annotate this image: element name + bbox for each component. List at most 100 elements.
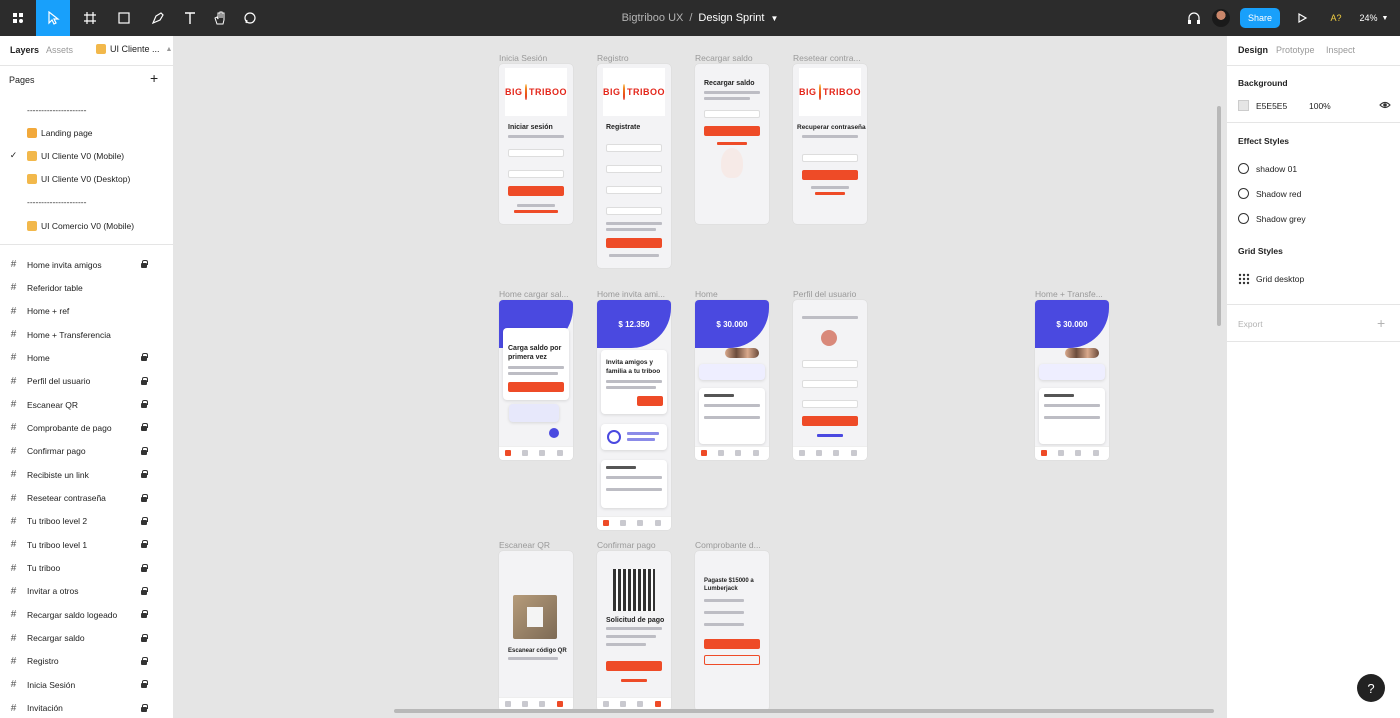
lock-icon[interactable] (141, 540, 148, 549)
lock-icon[interactable] (141, 423, 148, 432)
layer-item[interactable]: # Home invita amigos (0, 253, 173, 276)
layer-item[interactable]: # Tu triboo level 1 (0, 533, 173, 556)
frame-confirmar-pago[interactable]: Solicitud de pago (597, 551, 671, 711)
lock-icon[interactable] (141, 703, 148, 712)
layer-item[interactable]: # Confirmar pago (0, 440, 173, 463)
effect-style-item[interactable]: Shadow red (1238, 188, 1301, 199)
layer-item[interactable]: # Tu triboo level 2 (0, 510, 173, 533)
lock-icon[interactable] (141, 493, 148, 502)
page-item-ui-cliente-mobile[interactable]: ✓ UI Cliente V0 (Mobile) (0, 144, 173, 167)
lock-icon[interactable] (141, 563, 148, 572)
lock-icon[interactable] (141, 516, 148, 525)
design-canvas[interactable]: Inicia Sesión BIG TRIBOO Iniciar sesión R… (174, 36, 1226, 718)
move-tool-button[interactable] (36, 0, 70, 36)
accessibility-button[interactable]: A? (1324, 0, 1348, 36)
layer-item[interactable]: # Perfil del usuario (0, 370, 173, 393)
pen-tool-button[interactable] (142, 0, 174, 36)
present-button[interactable] (1292, 0, 1312, 36)
zoom-control[interactable]: 24% ▼ (1354, 0, 1394, 36)
layer-item[interactable]: # Home (0, 346, 173, 369)
page-item-ui-comercio-mobile[interactable]: UI Comercio V0 (Mobile) (0, 214, 173, 237)
tab-assets[interactable]: Assets (46, 45, 73, 55)
lock-icon[interactable] (141, 376, 148, 385)
frame-home-transferencia[interactable]: $ 30.000 (1035, 300, 1109, 460)
frame-registro[interactable]: BIG TRIBOO Registrate (597, 64, 671, 268)
frame-perfil-usuario[interactable] (793, 300, 867, 460)
tab-layers[interactable]: Layers (10, 45, 39, 55)
frame-label[interactable]: Comprobante d... (695, 540, 769, 550)
lock-icon[interactable] (141, 656, 148, 665)
page-item-ui-cliente-desktop[interactable]: UI Cliente V0 (Desktop) (0, 167, 173, 190)
main-menu-button[interactable] (0, 0, 36, 36)
frame-label[interactable]: Resetear contra... (793, 53, 867, 63)
frame-resetear-contrasena[interactable]: BIG TRIBOO Recuperar contraseña (793, 64, 867, 224)
hand-tool-button[interactable] (206, 0, 234, 36)
chevron-down-icon[interactable]: ▼ (770, 14, 778, 23)
user-avatar[interactable] (1210, 0, 1232, 36)
current-page-selector[interactable]: UI Cliente ... ▲ (96, 44, 172, 54)
layer-item[interactable]: # Referidor table (0, 276, 173, 299)
horizontal-scrollbar[interactable] (394, 709, 1214, 713)
add-page-button[interactable]: + (150, 70, 158, 86)
frame-label[interactable]: Escanear QR (499, 540, 573, 550)
lock-icon[interactable] (141, 680, 148, 689)
layer-item[interactable]: # Resetear contraseña (0, 487, 173, 510)
layer-item[interactable]: # Tu triboo (0, 557, 173, 580)
add-export-button[interactable]: + (1377, 315, 1385, 331)
layer-item[interactable]: # Escanear QR (0, 393, 173, 416)
frame-label[interactable]: Recargar saldo (695, 53, 769, 63)
frame-label[interactable]: Confirmar pago (597, 540, 671, 550)
frame-label[interactable]: Registro (597, 53, 671, 63)
tab-inspect[interactable]: Inspect (1326, 45, 1355, 55)
page-item[interactable]: --------------------- (0, 190, 173, 213)
shape-tool-button[interactable] (108, 0, 140, 36)
lock-icon[interactable] (141, 446, 148, 455)
effect-style-item[interactable]: shadow 01 (1238, 163, 1297, 174)
frame-escanear-qr[interactable]: Escanear código QR (499, 551, 573, 711)
frame-label[interactable]: Home invita ami... (597, 289, 671, 299)
tab-design[interactable]: Design (1238, 45, 1268, 55)
lock-icon[interactable] (141, 353, 148, 362)
layer-item[interactable]: # Home + ref (0, 300, 173, 323)
frame-label[interactable]: Inicia Sesión (499, 53, 573, 63)
frame-home-invita-amigos[interactable]: $ 12.350 Invita amigos y familia a tu tr… (597, 300, 671, 530)
share-button[interactable]: Share (1239, 8, 1281, 28)
frame-recargar-saldo[interactable]: Recargar saldo (695, 64, 769, 224)
background-color-swatch[interactable] (1238, 100, 1249, 111)
help-button[interactable]: ? (1357, 674, 1385, 702)
layer-item[interactable]: # Invitación (0, 697, 173, 718)
frame-inicia-sesion[interactable]: BIG TRIBOO Iniciar sesión (499, 64, 573, 224)
frame-comprobante-pago[interactable]: Pagaste $15000 a Lumberjack (695, 551, 769, 711)
vertical-scrollbar[interactable] (1217, 106, 1221, 326)
page-item[interactable]: --------------------- (0, 98, 173, 121)
frame-label[interactable]: Perfil del usuario (793, 289, 867, 299)
layer-item[interactable]: # Recibiste un link (0, 463, 173, 486)
visibility-toggle[interactable] (1379, 100, 1391, 113)
lock-icon[interactable] (141, 260, 148, 268)
layer-item[interactable]: # Registro (0, 650, 173, 673)
background-opacity[interactable]: 100% (1309, 101, 1331, 111)
layer-item[interactable]: # Recargar saldo (0, 627, 173, 650)
layer-item[interactable]: # Comprobante de pago (0, 416, 173, 439)
comment-tool-button[interactable] (236, 0, 264, 36)
tab-prototype[interactable]: Prototype (1276, 45, 1315, 55)
frame-label[interactable]: Home cargar sal... (499, 289, 573, 299)
frame-label[interactable]: Home + Transfe... (1035, 289, 1109, 299)
frame-tool-button[interactable] (74, 0, 106, 36)
lock-icon[interactable] (141, 470, 148, 479)
layer-item[interactable]: # Invitar a otros (0, 580, 173, 603)
frame-label[interactable]: Home (695, 289, 769, 299)
lock-icon[interactable] (141, 586, 148, 595)
lock-icon[interactable] (141, 610, 148, 619)
headphones-button[interactable] (1184, 0, 1204, 36)
lock-icon[interactable] (141, 633, 148, 642)
layer-item[interactable]: # Inicia Sesión (0, 673, 173, 696)
project-name[interactable]: Bigtriboo UX (622, 12, 684, 24)
frame-home[interactable]: $ 30.000 (695, 300, 769, 460)
text-tool-button[interactable] (176, 0, 204, 36)
background-hex[interactable]: E5E5E5 (1256, 101, 1287, 111)
layer-item[interactable]: # Home + Transferencia (0, 323, 173, 346)
grid-style-item[interactable]: Grid desktop (1238, 273, 1304, 285)
page-item-landing[interactable]: Landing page (0, 121, 173, 144)
frame-home-cargar-saldo[interactable]: Carga saldo por primera vez (499, 300, 573, 460)
